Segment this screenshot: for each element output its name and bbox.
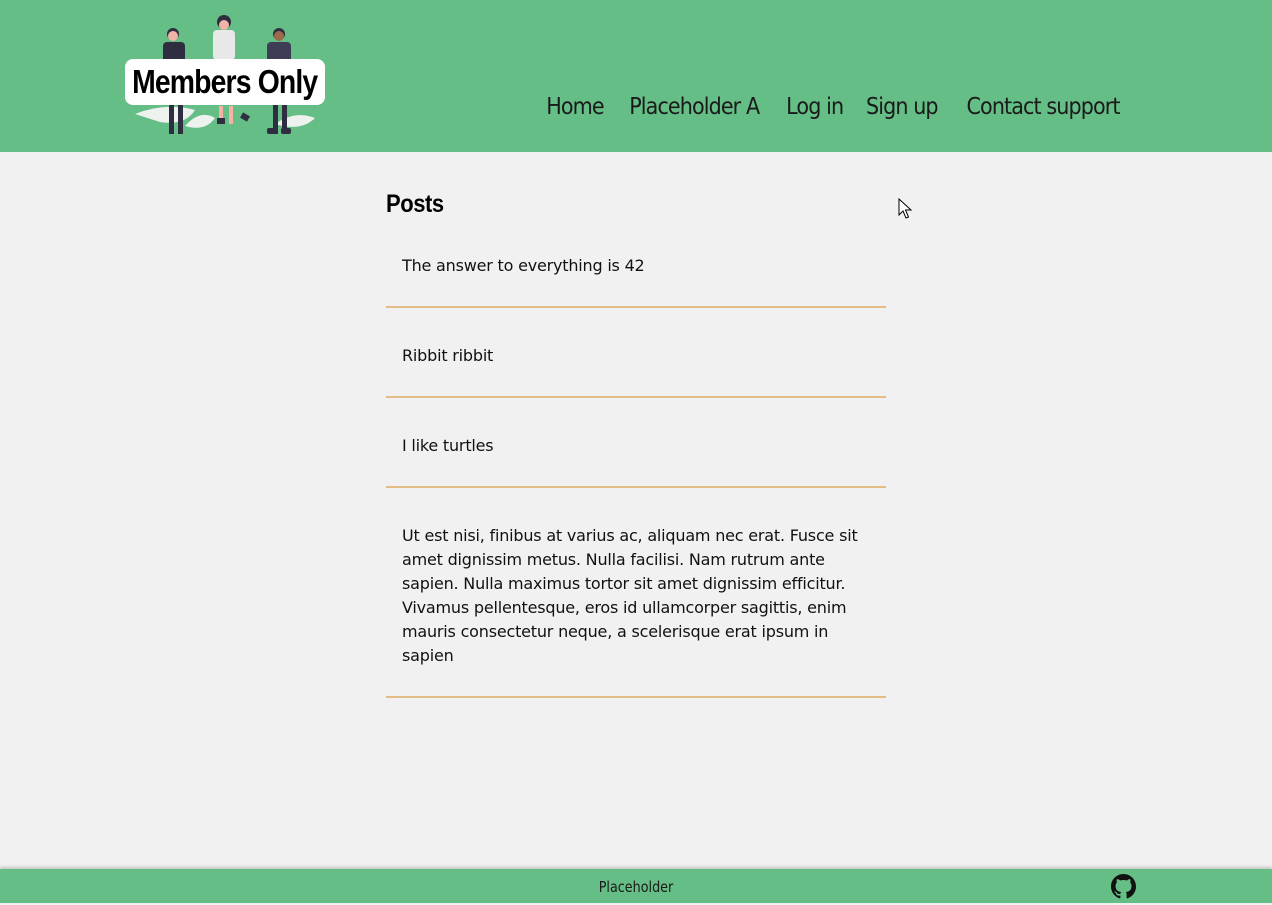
post-text: The answer to everything is 42 bbox=[402, 256, 645, 275]
logo-text: Members Only bbox=[132, 63, 318, 100]
post-list: The answer to everything is 42 Ribbit ri… bbox=[386, 246, 886, 698]
nav-contact-support-link[interactable]: Contact support bbox=[966, 94, 1120, 120]
site-footer: Placeholder bbox=[0, 869, 1272, 903]
mouse-cursor-icon bbox=[898, 198, 913, 219]
main-nav: Home Placeholder A Log in Sign up Contac… bbox=[543, 94, 1129, 120]
github-icon[interactable] bbox=[1111, 874, 1136, 899]
footer-text: Placeholder bbox=[598, 878, 674, 896]
nav-home-link[interactable]: Home bbox=[546, 94, 604, 120]
site-header: Members Only Home Placeholder A Log in S… bbox=[0, 0, 1272, 152]
post-item: Ut est nisi, finibus at varius ac, aliqu… bbox=[386, 516, 886, 698]
nav-log-in-link[interactable]: Log in bbox=[786, 94, 844, 120]
post-text: Ut est nisi, finibus at varius ac, aliqu… bbox=[402, 526, 858, 665]
post-item: Ribbit ribbit bbox=[386, 336, 886, 398]
post-item: The answer to everything is 42 bbox=[386, 246, 886, 308]
site-logo[interactable]: Members Only bbox=[125, 14, 327, 138]
nav-sign-up-link[interactable]: Sign up bbox=[866, 94, 939, 120]
post-item: I like turtles bbox=[386, 426, 886, 488]
post-text: I like turtles bbox=[402, 436, 494, 455]
page-title: Posts bbox=[386, 190, 444, 218]
post-text: Ribbit ribbit bbox=[402, 346, 494, 365]
logo-badge: Members Only bbox=[125, 59, 325, 105]
posts-section: Posts The answer to everything is 42 Rib… bbox=[386, 186, 886, 698]
nav-placeholder-a-link[interactable]: Placeholder A bbox=[630, 94, 761, 120]
